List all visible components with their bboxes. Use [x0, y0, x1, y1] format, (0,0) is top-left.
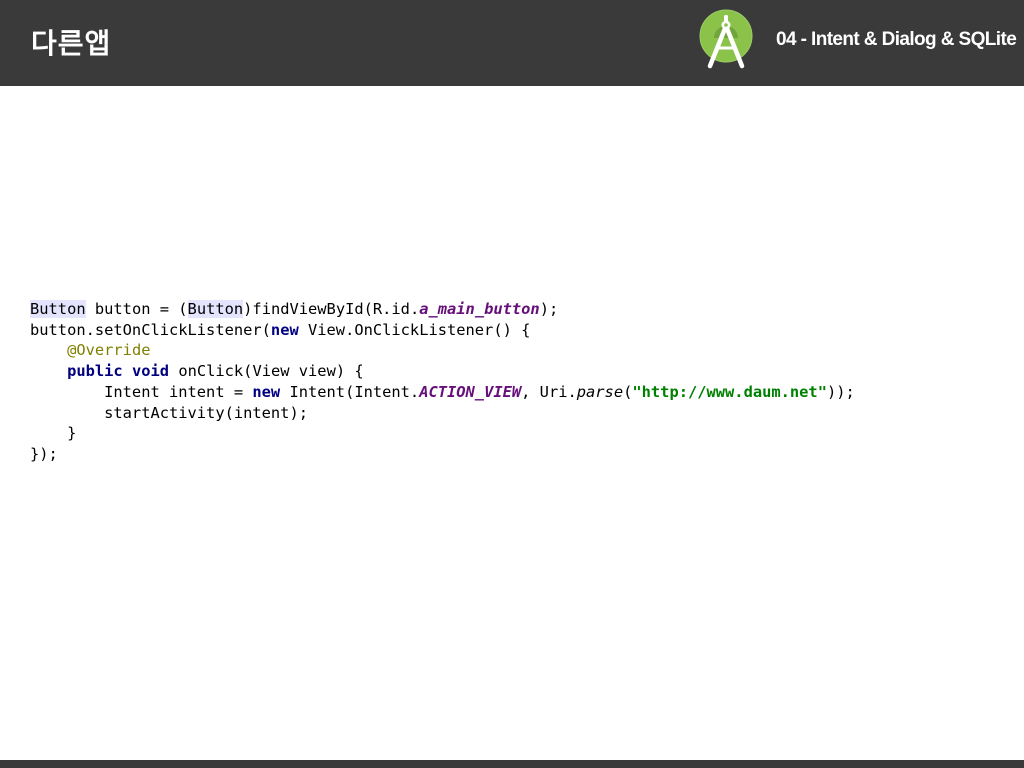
code-line: });	[30, 445, 58, 463]
code-token: startActivity(intent);	[30, 403, 308, 422]
code-line: @Override	[30, 341, 150, 359]
header-subtitle: 04 - Intent & Dialog & SQLite	[776, 29, 1017, 50]
code-line: Button button = (Button)findViewById(R.i…	[30, 300, 558, 318]
code-token: , Uri.	[521, 382, 577, 401]
code-token: public	[67, 362, 123, 381]
code-token: Intent intent =	[30, 382, 253, 401]
code-line: }	[30, 424, 76, 442]
page-title: 다른앱	[31, 27, 112, 60]
code-token: button.setOnClickListener(	[30, 320, 271, 339]
code-line: public void onClick(View view) {	[30, 362, 364, 380]
code-token: ACTION_VIEW	[419, 382, 522, 401]
code-token: (	[623, 382, 633, 401]
footer-bar	[0, 760, 1024, 768]
code-token: @Override	[67, 341, 151, 360]
code-token: );	[539, 300, 559, 318]
code-line: startActivity(intent);	[30, 404, 308, 422]
code-token: onClick(View view) {	[169, 362, 364, 381]
code-line: Intent intent = new Intent(Intent.ACTION…	[30, 383, 855, 401]
code-line: button.setOnClickListener(new View.OnCli…	[30, 321, 530, 339]
code-block: Button button = (Button)findViewById(R.i…	[30, 299, 855, 465]
code-token: void	[131, 362, 170, 381]
code-token: }	[30, 424, 77, 443]
code-token: )findViewById(R.id.	[243, 300, 420, 318]
code-token: View.OnClickListener() {	[298, 320, 531, 339]
code-token: Intent(Intent.	[280, 382, 420, 401]
code-token: "http://www.daum.net"	[632, 382, 827, 401]
code-token: parse	[576, 382, 624, 401]
code-token: new	[270, 320, 299, 339]
code-token: Button	[30, 300, 86, 318]
slide: 다른앱 04 - Intent & Dialog & SQLite Button…	[0, 0, 1024, 768]
code-token: ));	[826, 382, 855, 401]
code-token: Button	[187, 300, 244, 318]
header-bar: 다른앱 04 - Intent & Dialog & SQLite	[0, 0, 1024, 86]
code-token: new	[252, 382, 281, 401]
code-token: a_main_button	[419, 300, 540, 318]
code-token: });	[30, 444, 58, 463]
android-studio-icon	[699, 9, 753, 69]
code-token: button = (	[85, 300, 188, 318]
